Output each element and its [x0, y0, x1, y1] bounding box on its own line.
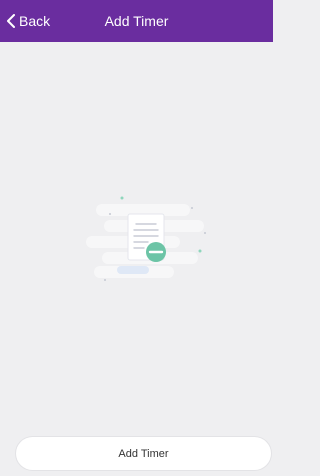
main-content	[0, 42, 273, 476]
back-button[interactable]: Back	[5, 0, 50, 42]
back-label: Back	[19, 13, 51, 29]
empty-document-icon	[86, 196, 206, 281]
navigation-bar: Back Add Timer	[0, 0, 273, 42]
chevron-left-icon	[7, 14, 15, 28]
add-timer-button[interactable]: Add Timer	[16, 437, 271, 470]
